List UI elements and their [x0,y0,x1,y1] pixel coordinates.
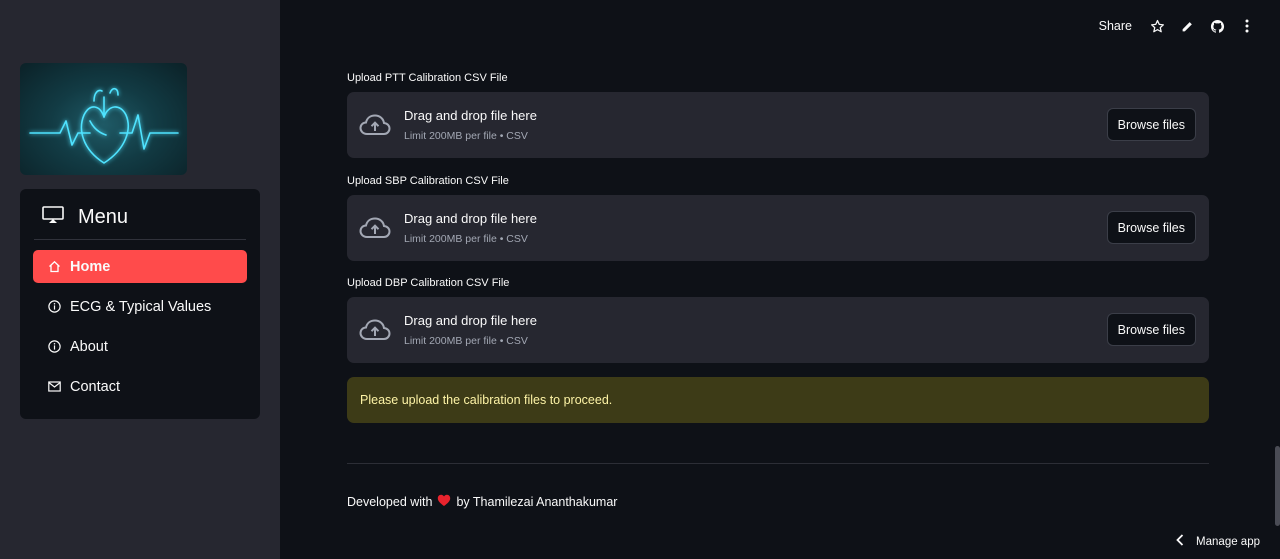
footer-author: by Thamilezai Ananthakumar [456,495,618,509]
cloud-upload-icon [359,113,391,137]
nav-item-label: Home [70,258,111,275]
heart-icon [437,494,451,510]
nav-item-label: Contact [70,378,120,395]
info-icon [47,340,61,354]
menu-card: Menu Home ECG & Typical Values About Con… [20,189,260,419]
nav-item-ecg-typical-values[interactable]: ECG & Typical Values [33,290,247,323]
warning-alert-text: Please upload the calibration files to p… [360,393,613,407]
menu-header: Menu [42,206,128,229]
chevron-left-icon [1176,534,1184,549]
footer-prefix: Developed with [347,495,433,509]
info-icon [47,300,61,314]
dropzone-limit: Limit 200MB per file • CSV [404,335,528,347]
dropzone-instructions: Drag and drop file here [404,313,537,328]
scrollbar-thumb[interactable] [1275,446,1280,526]
nav-item-home[interactable]: Home [33,250,247,283]
dropzone-instructions: Drag and drop file here [404,108,537,123]
browse-files-button[interactable]: Browse files [1106,211,1196,244]
heart-ecg-logo [20,63,187,175]
monitor-icon [42,206,64,229]
nav-item-about[interactable]: About [33,330,247,363]
browse-files-button[interactable]: Browse files [1106,108,1196,141]
share-button[interactable]: Share [1099,19,1132,33]
dropzone-limit: Limit 200MB per file • CSV [404,130,528,142]
cloud-upload-icon [359,318,391,342]
manage-app-label: Manage app [1196,535,1260,548]
nav-item-label: ECG & Typical Values [70,298,212,315]
upload-dbp-dropzone[interactable]: Drag and drop file here Limit 200MB per … [347,297,1209,363]
dropzone-instructions: Drag and drop file here [404,211,537,226]
upload-ptt-dropzone[interactable]: Drag and drop file here Limit 200MB per … [347,92,1209,158]
app-toolbar: Share [1099,16,1256,36]
star-icon[interactable] [1148,17,1166,35]
github-icon[interactable] [1208,17,1226,35]
home-icon [47,260,61,274]
upload-dbp-label: Upload DBP Calibration CSV File [347,277,510,289]
nav-item-label: About [70,338,108,355]
menu-divider [34,239,246,240]
sidebar: Menu Home ECG & Typical Values About Con… [0,0,280,559]
envelope-icon [47,380,61,394]
pencil-icon[interactable] [1178,17,1196,35]
browse-files-button[interactable]: Browse files [1106,313,1196,346]
cloud-upload-icon [359,216,391,240]
more-vertical-icon[interactable] [1238,17,1256,35]
upload-sbp-label: Upload SBP Calibration CSV File [347,175,509,187]
upload-ptt-label: Upload PTT Calibration CSV File [347,72,508,84]
footer: Developed with by Thamilezai Ananthakuma… [347,494,617,510]
warning-alert: Please upload the calibration files to p… [347,377,1209,423]
manage-app-button[interactable]: Manage app [1176,534,1260,549]
upload-sbp-dropzone[interactable]: Drag and drop file here Limit 200MB per … [347,195,1209,261]
menu-title: Menu [78,206,129,228]
footer-divider [347,463,1209,464]
nav-item-contact[interactable]: Contact [33,370,247,403]
dropzone-limit: Limit 200MB per file • CSV [404,233,528,245]
